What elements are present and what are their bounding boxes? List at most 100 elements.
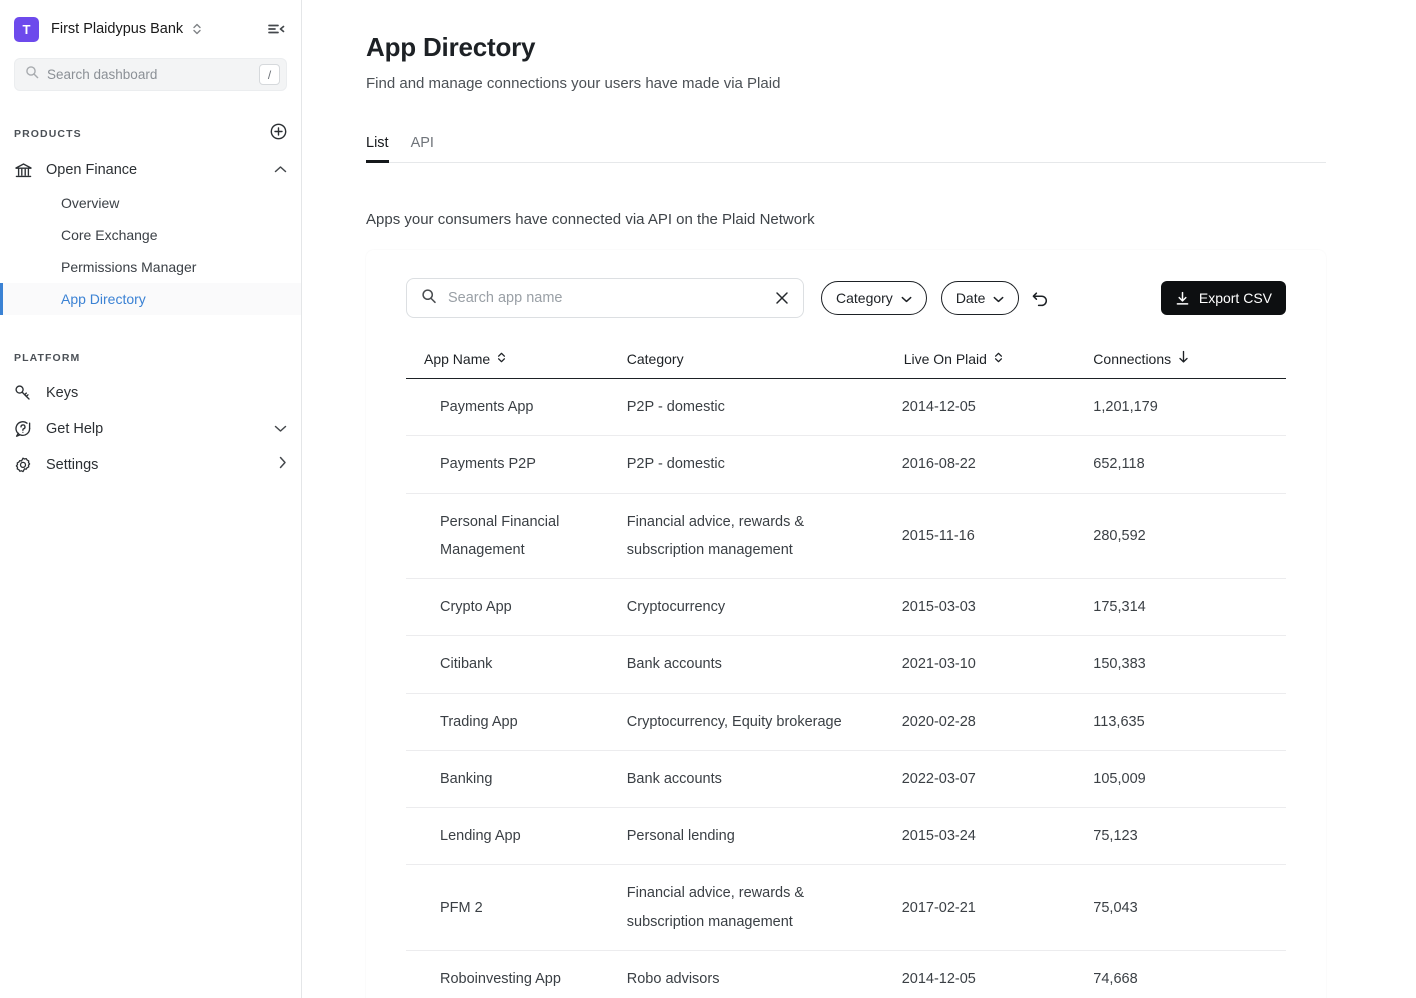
column-label: Connections (1093, 350, 1172, 367)
cell-live-on-plaid: 2021-03-10 (901, 635, 1094, 694)
tab-list[interactable]: List (366, 135, 389, 163)
cell-app-name: PFM 2 (406, 864, 627, 951)
column-header-category: Category (626, 350, 902, 379)
table-row[interactable]: PFM 2 Financial advice, rewards & subscri… (406, 864, 1286, 951)
cell-category: Financial advice, rewards & subscription… (626, 864, 902, 951)
cell-live-on-plaid: 2015-03-24 (901, 807, 1094, 866)
column-label: Category (626, 350, 684, 367)
cell-connections: 175,314 (1093, 578, 1286, 637)
cell-live-on-plaid: 2016-08-22 (901, 435, 1094, 494)
sidebar-item-overview[interactable]: Overview (0, 187, 301, 219)
chevron-down-icon (993, 290, 1004, 306)
column-header-app-name[interactable]: App Name (406, 350, 627, 379)
cell-category: Bank accounts (626, 750, 902, 809)
table-row[interactable]: Banking Bank accounts 2022-03-07 105,009 (406, 750, 1286, 809)
plus-circle-icon[interactable] (270, 123, 287, 145)
cell-app-name: Crypto App (406, 578, 627, 637)
cell-category: Personal lending (626, 807, 902, 866)
search-icon (25, 65, 39, 84)
cell-live-on-plaid: 2014-12-05 (901, 378, 1094, 437)
cell-live-on-plaid: 2022-03-07 (901, 750, 1094, 809)
sidebar-item-label: Settings (46, 457, 99, 473)
table-row[interactable]: Payments P2P P2P - domestic 2016-08-22 652,… (406, 435, 1286, 494)
platform-label-text: PLATFORM (14, 352, 81, 364)
org-avatar: T (14, 16, 39, 42)
cell-connections: 150,383 (1093, 635, 1286, 694)
sidebar: T First Plaidypus Bank Search dashboard … (0, 0, 302, 998)
collapse-sidebar-icon[interactable] (265, 18, 287, 40)
cell-category: Financial advice, rewards & subscription… (626, 493, 902, 580)
date-filter-label: Date (955, 290, 986, 306)
table-row[interactable]: Trading App Cryptocurrency, Equity broker… (406, 693, 1286, 751)
search-shortcut-key: / (259, 64, 280, 85)
table-row[interactable]: Lending App Personal lending 2015-03-24 75,… (406, 807, 1286, 866)
search-app-name-input[interactable] (448, 290, 773, 306)
cell-app-name: Personal Financial Management (406, 493, 627, 580)
chevron-updown-icon (191, 21, 203, 37)
search-dashboard-input[interactable] (47, 67, 259, 82)
search-dashboard-box[interactable]: / (14, 58, 287, 91)
sidebar-group-label: Open Finance (46, 162, 138, 178)
export-csv-button[interactable]: Export CSV (1160, 281, 1286, 315)
table-header-row: App Name Category Live On Plaid Connecti… (406, 350, 1286, 379)
cell-app-name: Lending App (406, 807, 627, 866)
page-subtitle: Find and manage connections your users h… (366, 75, 781, 92)
cell-live-on-plaid: 2020-02-28 (901, 693, 1094, 751)
table-row[interactable]: Crypto App Cryptocurrency 2015-03-03 175,31… (406, 578, 1286, 637)
cell-connections: 75,123 (1093, 807, 1286, 866)
cell-app-name: Trading App (406, 693, 627, 751)
help-circle-icon (14, 420, 34, 438)
cell-connections: 280,592 (1093, 493, 1286, 580)
cell-app-name: Banking (406, 750, 627, 809)
undo-arrow-icon[interactable] (1029, 287, 1051, 309)
category-filter-button[interactable]: Category (821, 281, 927, 315)
cell-app-name: Roboinvesting App (406, 950, 627, 998)
table-row[interactable]: Payments App P2P - domestic 2014-12-05 1,20… (406, 378, 1286, 437)
table-toolbar: Category Date (406, 278, 1286, 318)
column-header-live-on-plaid[interactable]: Live On Plaid (901, 350, 1094, 379)
chevron-up-icon (274, 161, 287, 179)
products-section-label: PRODUCTS (0, 123, 301, 145)
cell-category: P2P - domestic (626, 378, 902, 437)
chevron-updown-icon (497, 351, 506, 367)
table-row[interactable]: Personal Financial Management Financial a… (406, 493, 1286, 580)
cell-connections: 105,009 (1093, 750, 1286, 809)
download-icon (1175, 291, 1190, 306)
org-switcher[interactable]: T First Plaidypus Bank (0, 0, 301, 58)
sidebar-item-keys[interactable]: Keys (0, 377, 301, 409)
cell-category: Cryptocurrency, Equity brokerage (626, 693, 902, 751)
sidebar-item-settings[interactable]: Settings (0, 449, 301, 481)
table-body: Payments App P2P - domestic 2014-12-05 1,20… (406, 378, 1286, 998)
tab-bar: List API (366, 134, 1326, 163)
arrow-down-icon (1178, 350, 1189, 367)
chevron-right-icon[interactable] (278, 456, 287, 474)
list-description: Apps your consumers have connected via A… (366, 211, 815, 228)
sidebar-item-app-directory[interactable]: App Directory (0, 283, 301, 315)
sidebar-item-get-help[interactable]: Get Help (0, 413, 301, 445)
search-app-name-box[interactable] (406, 278, 804, 318)
date-filter-button[interactable]: Date (940, 281, 1020, 315)
category-filter-label: Category (836, 290, 893, 306)
close-icon[interactable] (773, 289, 791, 307)
chevron-down-icon[interactable] (274, 420, 287, 438)
sidebar-item-label: Keys (46, 385, 79, 401)
sidebar-item-core-exchange[interactable]: Core Exchange (0, 219, 301, 251)
app-directory-card: Category Date (366, 250, 1326, 998)
cell-connections: 75,043 (1093, 864, 1286, 951)
app-root: T First Plaidypus Bank Search dashboard … (0, 0, 1416, 998)
products-label-text: PRODUCTS (14, 128, 82, 140)
column-header-connections[interactable]: Connections (1093, 350, 1286, 379)
tab-api[interactable]: API (411, 135, 434, 163)
chevron-down-icon (901, 290, 912, 306)
sidebar-item-label: Get Help (46, 421, 104, 437)
table-row[interactable]: Roboinvesting App Robo advisors 2014-12-05… (406, 950, 1286, 998)
bank-icon (14, 161, 34, 180)
sidebar-search: / (0, 58, 301, 91)
sidebar-group-open-finance[interactable]: Open Finance (0, 153, 301, 187)
sidebar-item-permissions-manager[interactable]: Permissions Manager (0, 251, 301, 283)
cell-live-on-plaid: 2015-03-03 (901, 578, 1094, 637)
table-row[interactable]: Citibank Bank accounts 2021-03-10 150,383 (406, 635, 1286, 694)
cell-category: P2P - domestic (626, 435, 902, 494)
sidebar-item-label: Overview (61, 195, 120, 211)
sidebar-item-label: Core Exchange (61, 227, 158, 243)
